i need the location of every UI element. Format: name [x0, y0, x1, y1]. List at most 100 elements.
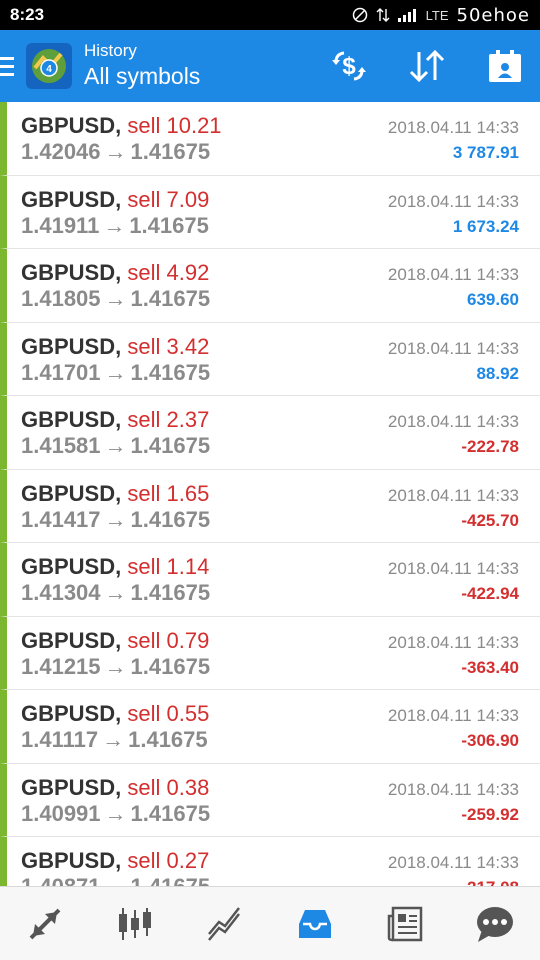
page-subtitle: History — [84, 41, 137, 60]
chat-icon[interactable] — [465, 894, 525, 954]
open-price: 1.42046 — [21, 139, 101, 164]
trade-profit: 1 673.24 — [452, 216, 519, 236]
trade-prices: 1.41805 → 1.41675 — [21, 286, 210, 312]
trade-symbol: GBPUSD — [21, 848, 116, 873]
trade-title: GBPUSD, sell 0.27 — [21, 848, 209, 874]
trade-row[interactable]: GBPUSD, sell 0.55 1.41117 → 1.41675 2018.04.… — [0, 690, 540, 764]
trade-row[interactable]: GBPUSD, sell 0.79 1.41215 → 1.41675 2018.04.… — [0, 616, 540, 690]
history-icon[interactable] — [285, 894, 345, 954]
trade-row[interactable]: GBPUSD, sell 1.14 1.41304 → 1.41675 2018.04.… — [0, 543, 540, 617]
app-bar: 4 History All symbols $ — [0, 30, 540, 102]
trade-title: GBPUSD, sell 1.14 — [21, 554, 209, 580]
trade-title: GBPUSD, sell 1.65 — [21, 481, 209, 507]
arrow-right-icon: → — [104, 359, 127, 385]
trade-icon[interactable] — [195, 894, 255, 954]
close-price: 1.41675 — [130, 653, 211, 679]
trade-side-volume: sell 0.79 — [127, 627, 210, 653]
trade-row[interactable]: GBPUSD, sell 3.42 1.41701 → 1.41675 2018.04.… — [0, 322, 540, 396]
trade-time: 2018.04.11 14:33 — [387, 118, 519, 137]
trade-profit: -222.78 — [461, 437, 519, 456]
arrow-right-icon: → — [104, 506, 127, 532]
trade-symbol: GBPUSD — [21, 407, 116, 432]
bottom-nav — [0, 886, 540, 960]
arrow-right-icon: → — [104, 433, 127, 458]
separator: , — [115, 627, 128, 653]
trade-title: GBPUSD, sell 0.55 — [21, 701, 209, 727]
trade-side-volume: sell 10.21 — [127, 113, 222, 138]
trade-title: GBPUSD, sell 0.38 — [21, 775, 209, 801]
trade-title: GBPUSD, sell 10.21 — [21, 113, 222, 139]
open-price: 1.41581 — [21, 433, 101, 458]
trade-symbol: GBPUSD — [21, 186, 116, 212]
arrow-right-icon: → — [104, 580, 127, 605]
history-list[interactable]: GBPUSD, sell 10.21 1.42046 → 1.41675 2018.04… — [0, 102, 540, 888]
trade-row[interactable]: GBPUSD, sell 0.38 1.40991 → 1.41675 2018.04.… — [0, 763, 540, 837]
trade-side-volume: sell 3.42 — [127, 333, 210, 359]
trade-prices: 1.41911 → 1.41675 — [21, 213, 209, 239]
exchange-dollar-icon[interactable]: $ — [324, 41, 374, 91]
trade-prices: 1.41304 → 1.41675 — [21, 580, 210, 606]
separator: , — [115, 333, 128, 359]
close-price: 1.41675 — [128, 727, 208, 752]
separator: , — [115, 848, 128, 873]
trade-row[interactable]: GBPUSD, sell 7.09 1.41911 → 1.41675 2018.04.… — [0, 175, 540, 249]
close-price: 1.41675 — [129, 212, 209, 238]
separator: , — [115, 701, 128, 726]
trade-symbol: GBPUSD — [21, 627, 116, 653]
trade-prices: 1.40991 → 1.41675 — [21, 801, 210, 827]
title-block: History All symbols — [84, 41, 200, 91]
trade-row[interactable]: GBPUSD, sell 0.27 1.40871 → 1.41675 2018.04.… — [0, 837, 540, 888]
separator: , — [115, 186, 128, 212]
open-price: 1.41304 — [21, 580, 101, 605]
trade-prices: 1.41215 → 1.41675 — [21, 654, 210, 680]
trade-row[interactable]: GBPUSD, sell 10.21 1.42046 → 1.41675 2018.04… — [0, 102, 540, 176]
trade-title: GBPUSD, sell 2.37 — [21, 407, 209, 433]
open-price: 1.41117 — [21, 727, 99, 752]
page-title[interactable]: All symbols — [84, 61, 200, 91]
open-price: 1.41701 — [21, 359, 101, 385]
calendar-icon[interactable] — [480, 41, 530, 91]
open-price: 1.41215 — [21, 653, 101, 679]
trade-row[interactable]: GBPUSD, sell 1.65 1.41417 → 1.41675 2018.04.… — [0, 469, 540, 543]
trade-title: GBPUSD, sell 3.42 — [21, 334, 209, 360]
status-time: 8:23 — [10, 5, 45, 24]
menu-icon[interactable] — [0, 30, 22, 102]
close-price: 1.41675 — [130, 286, 211, 311]
trade-time: 2018.04.11 14:33 — [387, 412, 519, 431]
data-transfer-icon — [376, 8, 390, 22]
trade-time: 2018.04.11 14:33 — [387, 191, 519, 211]
trade-row[interactable]: GBPUSD, sell 2.37 1.41581 → 1.41675 2018.04.… — [0, 396, 540, 470]
arrow-right-icon: → — [104, 286, 127, 311]
arrow-right-icon: → — [103, 212, 126, 238]
trade-title: GBPUSD, sell 7.09 — [21, 187, 209, 213]
trade-time: 2018.04.11 14:33 — [387, 779, 519, 799]
trade-prices: 1.41701 → 1.41675 — [21, 360, 210, 386]
arrow-right-icon: → — [104, 653, 127, 679]
arrow-right-icon: → — [104, 139, 127, 164]
trade-profit: 3 787.91 — [452, 143, 519, 162]
trade-symbol: GBPUSD — [21, 554, 116, 579]
trade-title: GBPUSD, sell 4.92 — [21, 260, 209, 286]
separator: , — [115, 480, 128, 506]
trade-time: 2018.04.11 14:33 — [387, 485, 519, 505]
trade-row[interactable]: GBPUSD, sell 4.92 1.41805 → 1.41675 2018.04.… — [0, 249, 540, 323]
svg-text:4: 4 — [46, 64, 52, 75]
trade-profit: 88.92 — [476, 363, 519, 383]
trade-title: GBPUSD, sell 0.79 — [21, 628, 209, 654]
trade-symbol: GBPUSD — [21, 260, 116, 285]
news-icon[interactable] — [375, 894, 435, 954]
sort-icon[interactable] — [402, 41, 452, 91]
chart-icon[interactable] — [105, 894, 165, 954]
trade-symbol: GBPUSD — [21, 701, 116, 726]
trade-profit: -422.94 — [461, 584, 519, 603]
open-price: 1.41911 — [21, 212, 100, 238]
trade-time: 2018.04.11 14:33 — [387, 853, 519, 872]
status-icons: LTE 50ehoe — [352, 5, 530, 26]
trade-side-volume: sell 0.27 — [127, 848, 210, 873]
trade-prices: 1.42046 → 1.41675 — [21, 139, 210, 165]
trade-prices: 1.41117 → 1.41675 — [21, 727, 208, 753]
trade-time: 2018.04.11 14:33 — [387, 559, 519, 578]
trade-side-volume: sell 0.38 — [127, 774, 210, 800]
quotes-icon[interactable] — [15, 894, 75, 954]
trade-profit: 639.60 — [467, 290, 519, 309]
